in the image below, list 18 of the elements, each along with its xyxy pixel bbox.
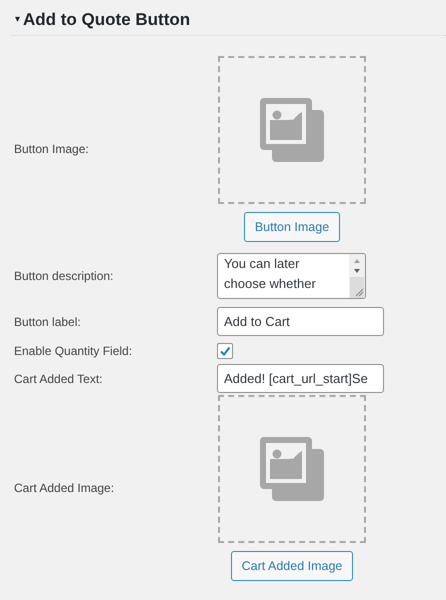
field-label: Button description: xyxy=(13,269,114,283)
image-icon xyxy=(260,437,324,501)
textarea-text: You can later choose whether xyxy=(223,255,317,293)
field-label: Cart Added Text: xyxy=(13,372,104,386)
select-image-button[interactable]: Button Image xyxy=(244,212,340,242)
field-label: Button Image: xyxy=(13,142,90,156)
text-field[interactable]: Added! [cart_url_start]Se xyxy=(217,364,384,393)
section-title: Add to Quote Button xyxy=(23,10,190,30)
field-label: Cart Added Image: xyxy=(13,481,116,495)
text-field[interactable]: Add to Cart xyxy=(217,307,384,336)
collapse-toggle[interactable]: ▾ xyxy=(15,15,20,25)
field-label: Enable Quantity Field: xyxy=(13,344,134,358)
checkbox[interactable] xyxy=(217,343,233,359)
select-image-button[interactable]: Cart Added Image xyxy=(230,551,354,581)
description-textarea[interactable]: You can later choose whether xyxy=(217,253,366,299)
field-label: Button label: xyxy=(13,314,82,328)
image-icon xyxy=(260,98,324,162)
scrollbar[interactable] xyxy=(349,254,365,298)
